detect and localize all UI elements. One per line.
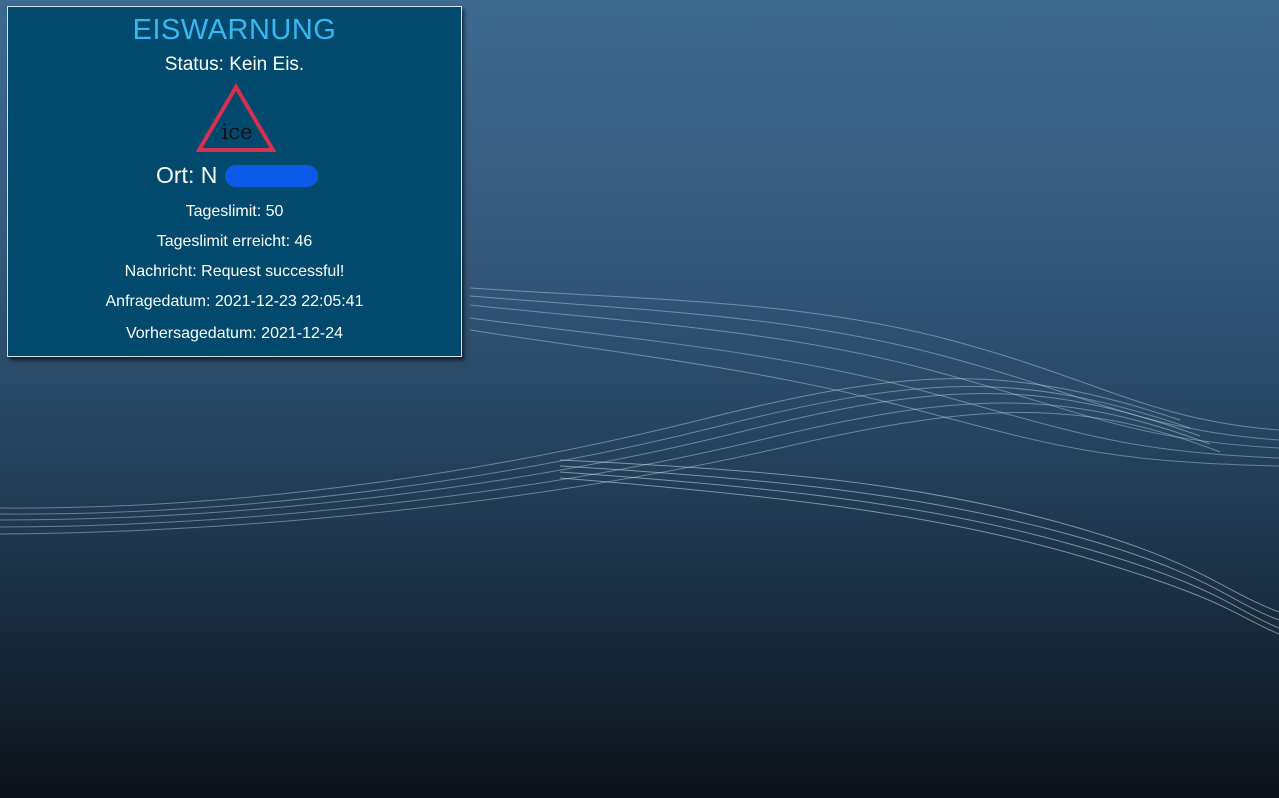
ice-warning-triangle-icon: ice [195, 83, 277, 152]
request-date-value: 2021-12-23 22:05:41 [214, 293, 364, 310]
request-date-row: Anfragedatum: 2021-12-23 22:05:41 [8, 293, 461, 311]
daily-limit-reached-label: Tageslimit erreicht: [156, 233, 291, 250]
message-value: Request successful! [201, 263, 345, 280]
widget-title: EISWARNUNG [132, 14, 337, 46]
message-label: Nachricht: [124, 263, 197, 280]
daily-limit-value: 50 [265, 203, 284, 220]
daily-limit-row: Tageslimit: 50 [8, 203, 461, 221]
request-date-label: Anfragedatum: [105, 293, 211, 310]
ice-icon-text: ice [222, 120, 253, 144]
status-line: Status: Kein Eis. [8, 54, 461, 76]
forecast-date-value: 2021-12-24 [261, 325, 344, 342]
status-label: Status: [164, 54, 224, 75]
location-value: N [200, 162, 218, 188]
daily-limit-reached-value: 46 [294, 233, 313, 250]
location-redaction [225, 165, 318, 187]
forecast-date-row: Vorhersagedatum: 2021-12-24 [8, 325, 461, 343]
daily-limit-label: Tageslimit: [185, 203, 262, 220]
status-value: Kein Eis. [229, 54, 305, 75]
location-label: Ort: [156, 162, 195, 188]
message-row: Nachricht: Request successful! [8, 263, 461, 281]
ice-warning-widget: EISWARNUNG Status: Kein Eis. ice Ort: N … [7, 6, 462, 357]
forecast-date-label: Vorhersagedatum: [125, 325, 257, 342]
daily-limit-reached-row: Tageslimit erreicht: 46 [8, 233, 461, 251]
location-line: Ort: N [156, 162, 217, 189]
